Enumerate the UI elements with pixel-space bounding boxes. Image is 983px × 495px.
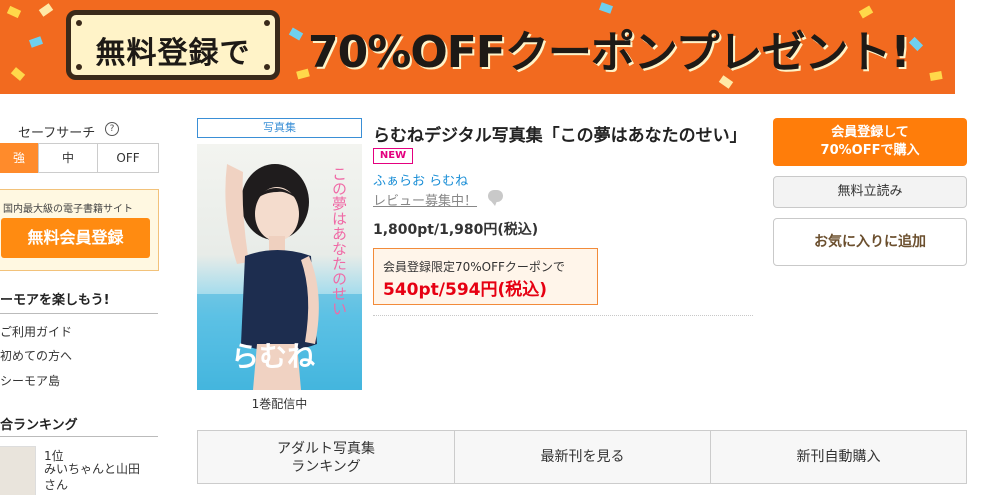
coupon-box: 会員登録限定70%OFFクーポンで 540pt/594円(税込) <box>373 248 598 305</box>
promo-banner[interactable]: 無料登録で 70%OFFクーポンプレゼント! <box>0 0 955 94</box>
sidebar-divider <box>0 436 158 437</box>
register-button-line1: 会員登録して <box>831 125 909 140</box>
confetti-decoration <box>10 67 26 81</box>
free-trial-read-button[interactable]: 無料立読み <box>773 176 967 208</box>
signup-promo-box: 国内最大級の電子書籍サイト 無料会員登録 <box>0 189 159 271</box>
cover-image[interactable]: この夢はあなたのせい らむね <box>197 144 362 390</box>
volume-status: 1巻配信中 <box>251 397 308 411</box>
ranking-heading: 合ランキング <box>0 418 78 433</box>
banner-headline: 70%OFFクーポンプレゼント! <box>308 27 911 78</box>
tab-auto-purchase[interactable]: 新刊自動購入 <box>711 431 966 483</box>
cover-name-text: らむね <box>231 340 315 373</box>
section-divider <box>373 315 753 316</box>
cover-title-text: この夢はあなたのせい <box>330 166 348 316</box>
ranking-item-title[interactable]: みいちゃんと山田さん <box>44 461 144 493</box>
enjoy-heading: ーモアを楽しもう! <box>0 293 110 308</box>
confetti-decoration <box>288 27 304 41</box>
ranking-thumbnail[interactable] <box>0 446 36 495</box>
confetti-decoration <box>38 3 54 17</box>
review-link[interactable]: レビュー募集中！ <box>373 190 477 209</box>
pill-rivet <box>264 20 270 26</box>
register-button-line2: 70%OFFで購入 <box>820 143 920 158</box>
price: 1,800pt/1,980円(税込) <box>373 222 539 238</box>
question-circle-icon[interactable]: ? <box>105 122 119 136</box>
add-to-favorites-button[interactable]: お気に入りに追加 <box>773 218 967 266</box>
promo-subtitle: 国内最大級の電子書籍サイト <box>3 204 133 215</box>
tab-latest-volume[interactable]: 最新刊を見る <box>455 431 711 483</box>
coupon-price: 540pt/594円(税込) <box>383 280 548 300</box>
coupon-label: 会員登録限定70%OFFクーポンで <box>383 260 565 274</box>
sidebar-link-first-time[interactable]: 初めての方へ <box>0 347 72 364</box>
tab-ranking-line2: ランキング <box>291 459 361 475</box>
category-tag[interactable]: 写真集 <box>197 118 362 138</box>
confetti-decoration <box>6 5 22 19</box>
register-and-buy-button[interactable]: 会員登録して 70%OFFで購入 <box>773 118 967 166</box>
confetti-decoration <box>598 2 614 14</box>
safe-search-option-medium[interactable]: 中 <box>38 143 98 173</box>
tab-ranking[interactable]: アダルト写真集 ランキング <box>198 431 455 483</box>
product-tabs: アダルト写真集 ランキング 最新刊を見る 新刊自動購入 <box>197 430 967 484</box>
sidebar-divider <box>0 313 158 314</box>
pill-rivet <box>76 20 82 26</box>
cover-illustration: この夢はあなたのせい らむね <box>197 164 362 390</box>
sidebar-link-island[interactable]: シーモア島 <box>0 372 60 389</box>
safe-search-title: セーフサーチ <box>18 126 96 141</box>
sidebar: セーフサーチ ? 強 中 OFF 国内最大級の電子書籍サイト 無料会員登録 ーモ… <box>0 94 160 495</box>
author-link[interactable]: ふぁらお らむね <box>373 170 468 189</box>
tab-ranking-line1: アダルト写真集 <box>277 441 375 457</box>
free-signup-button[interactable]: 無料会員登録 <box>1 218 150 258</box>
banner-pill-text: 無料登録で <box>95 36 251 71</box>
confetti-decoration <box>908 36 924 52</box>
product-title: らむねデジタル写真集「この夢はあなたのせい」 <box>373 126 747 146</box>
safe-search-option-off[interactable]: OFF <box>97 143 159 173</box>
confetti-decoration <box>28 36 44 48</box>
banner-pill: 無料登録で <box>66 10 280 80</box>
sidebar-link-guide[interactable]: ご利用ガイド <box>0 323 72 340</box>
safe-search-option-strong[interactable]: 強 <box>0 143 38 173</box>
confetti-decoration <box>929 71 943 81</box>
new-badge: NEW <box>373 148 413 164</box>
comment-bubble-icon <box>488 190 503 206</box>
